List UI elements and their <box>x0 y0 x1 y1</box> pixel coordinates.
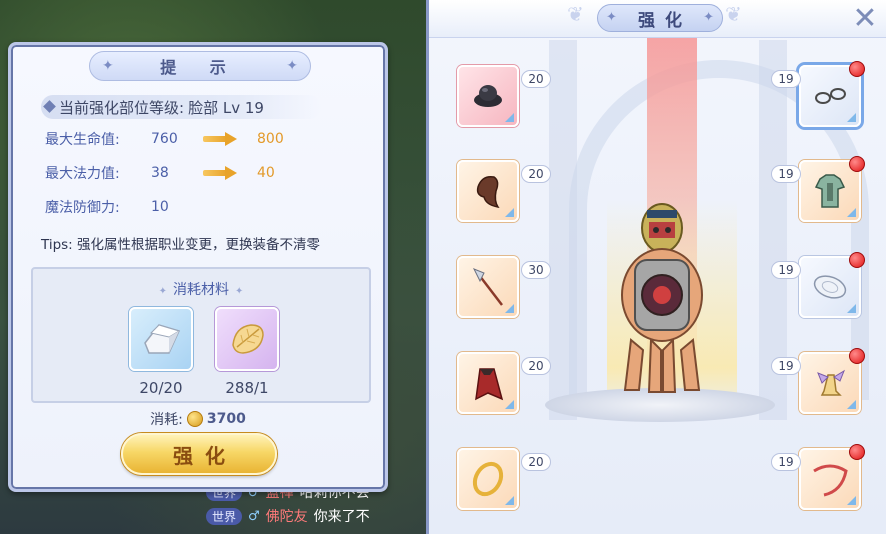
gold-leaf-icon <box>232 324 264 354</box>
brown-hair-icon <box>476 175 500 209</box>
equip-slot-headgear[interactable] <box>457 65 519 127</box>
level-label: 当前强化部位等级: <box>59 98 185 117</box>
slot-level: 20 <box>521 70 551 88</box>
armor-icon <box>814 174 846 208</box>
black-hat-icon <box>474 85 502 107</box>
upgrade-alert-dot <box>849 252 865 268</box>
stat-label: 最大生命值: <box>45 132 120 148</box>
stat-label: 魔法防御力: <box>45 200 120 216</box>
chat-message: 你来了不 <box>313 509 370 525</box>
slot-level: 19 <box>771 165 801 183</box>
slot-level: 20 <box>521 165 551 183</box>
tip-panel-header: ✦ 提 示 ✦ <box>89 51 311 81</box>
tips-text: Tips: 强化属性根据职业变更，更换装备不清零 <box>41 237 321 253</box>
diamond-icon <box>43 100 56 113</box>
enhance-title-badge: ✦ 强化 ✦ <box>597 4 723 32</box>
glasses-icon <box>815 88 846 104</box>
halberd-icon <box>472 268 503 306</box>
gold-ring-icon <box>472 461 504 497</box>
materials-title: 消耗材料 <box>33 279 369 299</box>
chat-line: 世界 ♂ 佛陀友 你来了不 <box>200 504 430 528</box>
wing-ornament-icon: ❦ <box>567 2 584 26</box>
enhance-title: 强化 <box>638 10 692 31</box>
equip-slot-hair[interactable] <box>457 160 519 222</box>
slot-level: 20 <box>521 357 551 375</box>
enhance-tip-panel: ✦ 提 示 ✦ 当前强化部位等级: 脸部 Lv 19 最大生命值: 760 80… <box>8 42 388 492</box>
stat-current: 760 <box>151 131 178 147</box>
upgrade-alert-dot <box>849 61 865 77</box>
material-slot-leaf[interactable] <box>215 307 279 371</box>
tip-panel-title: 提 示 <box>160 58 240 77</box>
arrow-right-icon <box>203 132 243 146</box>
equip-slot-armor[interactable] <box>799 156 865 222</box>
stat-row-magic-def: 魔法防御力: 10 <box>45 195 203 219</box>
male-icon: ♂ <box>248 508 260 524</box>
star-icon: ✦ <box>286 58 298 74</box>
stat-next: 800 <box>257 131 284 147</box>
equip-slot-face[interactable] <box>799 61 865 127</box>
equip-slot-ring[interactable] <box>457 448 519 510</box>
level-value: 脸部 Lv 19 <box>188 98 264 117</box>
character-model <box>621 203 703 393</box>
star-icon: ✦ <box>703 10 714 25</box>
slot-level: 30 <box>521 261 551 279</box>
upgrade-alert-dot <box>849 348 865 364</box>
coin-icon <box>186 411 203 427</box>
equip-slot-cape[interactable] <box>457 352 519 414</box>
upgrade-alert-dot <box>849 156 865 172</box>
stat-current: 10 <box>151 199 169 215</box>
chat-sender[interactable]: 佛陀友 <box>266 506 308 526</box>
stat-row-max-hp: 最大生命值: 760 800 <box>45 127 284 151</box>
red-cape-icon <box>475 368 504 401</box>
slot-level: 19 <box>771 70 801 88</box>
enhance-header: ❦ ✦ 强化 ✦ ❦ ✕ <box>429 0 886 38</box>
close-button[interactable]: ✕ <box>847 0 883 36</box>
stat-next: 40 <box>257 165 275 181</box>
equip-slot-shield[interactable] <box>799 252 865 318</box>
star-icon: ✦ <box>606 10 617 25</box>
material-slot-stone[interactable] <box>129 307 193 371</box>
equip-slot-boots[interactable] <box>799 348 865 414</box>
materials-box: 消耗材料 20/20 288/1 <box>31 267 371 403</box>
necklace-icon <box>813 464 848 497</box>
material-count: 20/20 <box>139 379 183 397</box>
enhance-panel: ❦ ✦ 强化 ✦ ❦ ✕ 20 20 30 20 20 19 19 19 19 … <box>426 0 886 534</box>
stat-row-max-mp: 最大法力值: 38 40 <box>45 161 275 185</box>
equip-slot-weapon[interactable] <box>457 256 519 318</box>
arrow-right-icon <box>203 166 243 180</box>
material-count: 288/1 <box>225 379 269 397</box>
stat-current: 38 <box>151 165 169 181</box>
chat-channel-tag: 世界 <box>206 507 243 525</box>
upgrade-alert-dot <box>849 444 865 460</box>
shield-icon <box>813 275 847 299</box>
slot-level: 19 <box>771 357 801 375</box>
stat-label: 最大法力值: <box>45 166 120 182</box>
stone-block-icon <box>144 324 181 354</box>
current-level-bar: 当前强化部位等级: 脸部 Lv 19 <box>41 95 321 119</box>
close-icon: ✕ <box>852 0 878 36</box>
enhance-button[interactable]: 强化 <box>121 433 277 475</box>
slot-level: 19 <box>771 261 801 279</box>
cost-value: 3700 <box>206 411 246 427</box>
wing-ornament-icon: ❦ <box>725 2 742 26</box>
cost-label: 消耗: <box>150 412 183 428</box>
slot-level: 19 <box>771 453 801 471</box>
star-icon: ✦ <box>102 58 114 74</box>
cost-row: 消耗: 3700 <box>11 409 385 429</box>
equip-slot-accessory[interactable] <box>799 444 865 510</box>
slot-level: 20 <box>521 453 551 471</box>
winged-boots-icon <box>817 369 846 396</box>
